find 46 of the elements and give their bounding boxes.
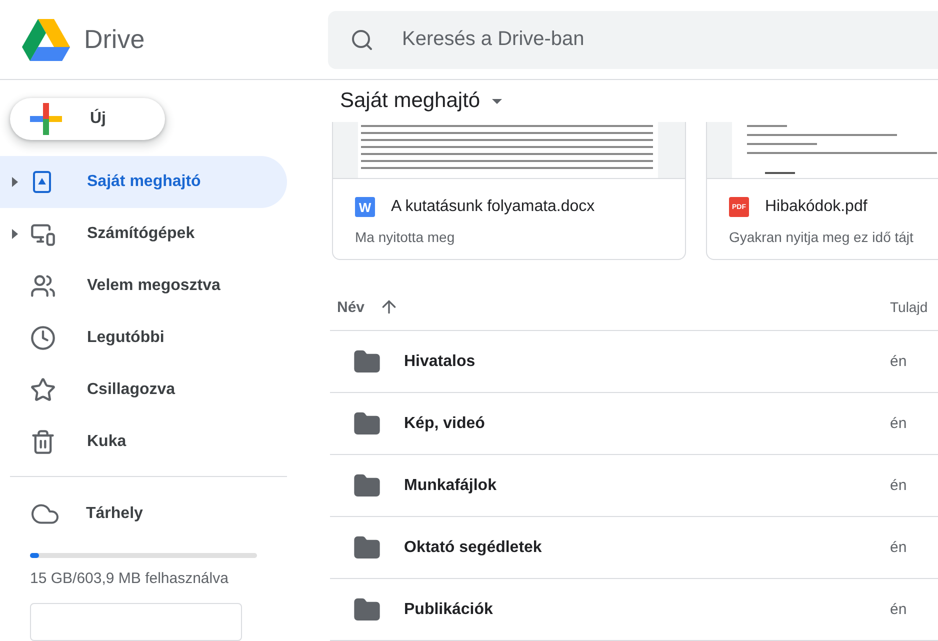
owner-cell-text: én [890, 477, 908, 494]
sidebar-item[interactable]: Számítógépek [0, 208, 287, 260]
file-name: Hibakódok.pdf [765, 198, 868, 216]
folder-name[interactable]: Kép, videó [404, 414, 485, 432]
owner-cell-text: én [890, 539, 908, 556]
file-activity: Gyakran nyitja meg ez idő tájt [728, 228, 914, 248]
trash-icon [30, 429, 56, 455]
sidebar-item[interactable]: Legutóbbi [0, 312, 287, 364]
file-name: A kutatásunk folyamata.docx [391, 198, 595, 216]
expand-arrow-icon[interactable] [12, 229, 18, 239]
owner-cell-text: én [890, 415, 908, 432]
folder-icon [353, 596, 381, 624]
folder-icon [353, 410, 381, 438]
search-icon [350, 28, 374, 52]
folder-icon [353, 472, 381, 500]
column-header[interactable]: Tulajd [890, 299, 938, 316]
sidebar-item[interactable]: Saját meghajtó [0, 156, 287, 208]
sidebar-item[interactable]: Csillagozva [0, 364, 287, 416]
drive-logo-icon [22, 18, 70, 60]
owner-cell-text: én [890, 601, 908, 618]
search-field[interactable]: Keresés a Drive-ban [328, 10, 938, 68]
new-button[interactable]: Új [10, 98, 165, 140]
folder-name[interactable]: Publikációk [404, 600, 493, 618]
star-icon [30, 377, 56, 403]
storage-usage: 15 GB/603,9 MB felhasználva [30, 570, 230, 587]
page-title[interactable]: Saját meghajtó [340, 89, 480, 114]
file-type-icon: W [355, 197, 375, 218]
clock-icon [30, 325, 56, 351]
sidebar-item[interactable]: Velem megosztva [0, 260, 287, 312]
file-activity: Ma nyitotta meg [354, 228, 456, 248]
plus-icon [28, 101, 64, 137]
file-card[interactable]: W A kutatásunk folyamata.docx Ma nyitotta meg [332, 122, 686, 260]
folder-icon [353, 534, 381, 562]
sidebar-item[interactable]: Kuka [0, 416, 287, 468]
folder-name[interactable]: Oktató segédletek [404, 538, 542, 556]
storage-label: Tárhely [86, 505, 143, 523]
caret-icon[interactable] [492, 98, 502, 104]
folder-icon [353, 348, 381, 376]
owner-cell-text: én [890, 353, 908, 370]
people-icon [30, 273, 56, 299]
folder-name[interactable]: Munkafájlok [404, 476, 496, 494]
column-header[interactable]: Név [330, 298, 365, 316]
drive-icon [30, 170, 54, 194]
expand-arrow-icon[interactable] [12, 177, 18, 187]
app-name: Drive [84, 24, 145, 55]
folder-name[interactable]: Hivatalos [404, 352, 476, 370]
